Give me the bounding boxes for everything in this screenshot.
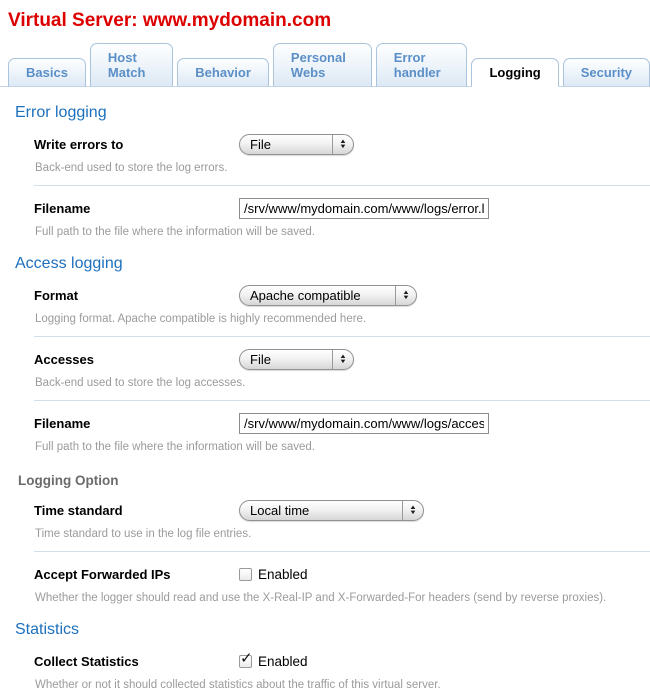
field-label-format: Format (34, 288, 239, 303)
field-help: Whether the logger should read and use t… (35, 592, 650, 604)
write-errors-to-select[interactable]: File▲▼ (239, 134, 354, 155)
field-label-accesses: Accesses (34, 352, 239, 367)
section-entries: Write errors toFile▲▼ Back-end used to st… (34, 133, 650, 238)
section-logging-option: Logging OptionTime standardLocal time▲▼T… (8, 473, 650, 604)
tab-security[interactable]: Security (563, 58, 650, 87)
entry-divider (34, 400, 650, 401)
select-value: Apache compatible (240, 286, 395, 305)
tab-personal-webs[interactable]: Personal Webs (273, 43, 372, 87)
collect-statistics-checkbox-wrap: ✓ Enabled (239, 654, 308, 669)
stepper-down-icon: ▼ (402, 296, 410, 301)
field-label-collect-statistics: Collect Statistics (34, 654, 239, 669)
filename-input[interactable] (239, 413, 489, 434)
tab-logging[interactable]: Logging (471, 58, 558, 87)
field-row-format: FormatApache compatible▲▼ (34, 284, 650, 307)
select-value: File (240, 135, 332, 154)
field-label-time-standard: Time standard (34, 503, 239, 518)
section-entries: Collect Statistics✓ Enabled Whether or not… (34, 650, 650, 691)
field-help: Whether or not it should collected stati… (35, 679, 650, 691)
field-row-write-errors-to: Write errors toFile▲▼ (34, 133, 650, 156)
tab-bar: BasicsHost MatchBehaviorPersonal WebsErr… (0, 43, 650, 87)
entry-divider (34, 551, 650, 552)
select-value: File (240, 350, 332, 369)
field-row-time-standard: Time standardLocal time▲▼ (34, 499, 650, 522)
stepper-down-icon: ▼ (339, 145, 347, 150)
page-title: Virtual Server: www.mydomain.com (8, 10, 650, 32)
format-select[interactable]: Apache compatible▲▼ (239, 285, 417, 306)
tab-host-match[interactable]: Host Match (90, 43, 173, 87)
section-access-logging: Access loggingFormatApache compatible▲▼L… (8, 255, 650, 453)
section-heading-error-logging: Error logging (15, 104, 650, 122)
virtual-server-page: Virtual Server: www.mydomain.com BasicsH… (0, 0, 650, 691)
field-help: Time standard to use in the log file ent… (35, 528, 650, 540)
field-row-filename: Filename (34, 412, 650, 435)
checkmark-icon: ✓ (240, 649, 253, 667)
field-help: Full path to the file where the informat… (35, 226, 650, 238)
field-help: Back-end used to store the log accesses. (35, 377, 650, 389)
section-error-logging: Error logging Write errors toFile▲▼ Back-e… (8, 104, 650, 238)
entry-divider (34, 336, 650, 337)
checkbox-label: Enabled (258, 567, 308, 582)
field-help: Full path to the file where the informat… (35, 441, 650, 453)
field-label-filename: Filename (34, 416, 239, 431)
filename-input[interactable] (239, 198, 489, 219)
tab-content-logging: Error loggingWrite errors toFile▲▼Back-e… (0, 104, 650, 691)
field-row-accept-forwarded-ips: Accept Forwarded IPs✓ Enabled (34, 563, 650, 586)
field-row-filename: Filename (34, 197, 650, 220)
field-help: Back-end used to store the log errors. (35, 162, 650, 174)
field-row-accesses: AccessesFile▲▼ (34, 348, 650, 371)
section-entries: Time standardLocal time▲▼ Time standard t… (34, 499, 650, 604)
section-heading-access-logging: Access logging (15, 255, 650, 273)
tab-basics[interactable]: Basics (8, 58, 86, 87)
stepper-down-icon: ▼ (339, 360, 347, 365)
collect-statistics-checkbox[interactable]: ✓ (239, 655, 252, 668)
section-entries: FormatApache compatible▲▼Logging format.… (34, 284, 650, 453)
stepper-arrows-icon: ▲▼ (332, 350, 353, 369)
tab-behavior[interactable]: Behavior (177, 58, 269, 87)
time-standard-select[interactable]: Local time▲▼ (239, 500, 424, 521)
accesses-select[interactable]: File▲▼ (239, 349, 354, 370)
accept-forwarded-ips-checkbox-wrap: ✓ Enabled (239, 567, 308, 582)
checkbox-label: Enabled (258, 654, 308, 669)
field-label-filename: Filename (34, 201, 239, 216)
entry-divider (34, 185, 650, 186)
field-help: Logging format. Apache compatible is hig… (35, 313, 650, 325)
field-row-collect-statistics: Collect Statistics✓ Enabled (34, 650, 650, 673)
section-statistics: Statistics Collect Statistics✓ Enabled Whet… (8, 621, 650, 691)
field-label-write-errors-to: Write errors to (34, 137, 239, 152)
section-heading-logging-option: Logging Option (18, 473, 650, 488)
select-value: Local time (240, 501, 402, 520)
field-label-accept-forwarded-ips: Accept Forwarded IPs (34, 567, 239, 582)
stepper-arrows-icon: ▲▼ (395, 286, 416, 305)
stepper-arrows-icon: ▲▼ (402, 501, 423, 520)
accept-forwarded-ips-checkbox[interactable]: ✓ (239, 568, 252, 581)
tab-error-handler[interactable]: Error handler (376, 43, 468, 87)
section-heading-statistics: Statistics (15, 621, 650, 639)
stepper-arrows-icon: ▲▼ (332, 135, 353, 154)
stepper-down-icon: ▼ (409, 511, 417, 516)
